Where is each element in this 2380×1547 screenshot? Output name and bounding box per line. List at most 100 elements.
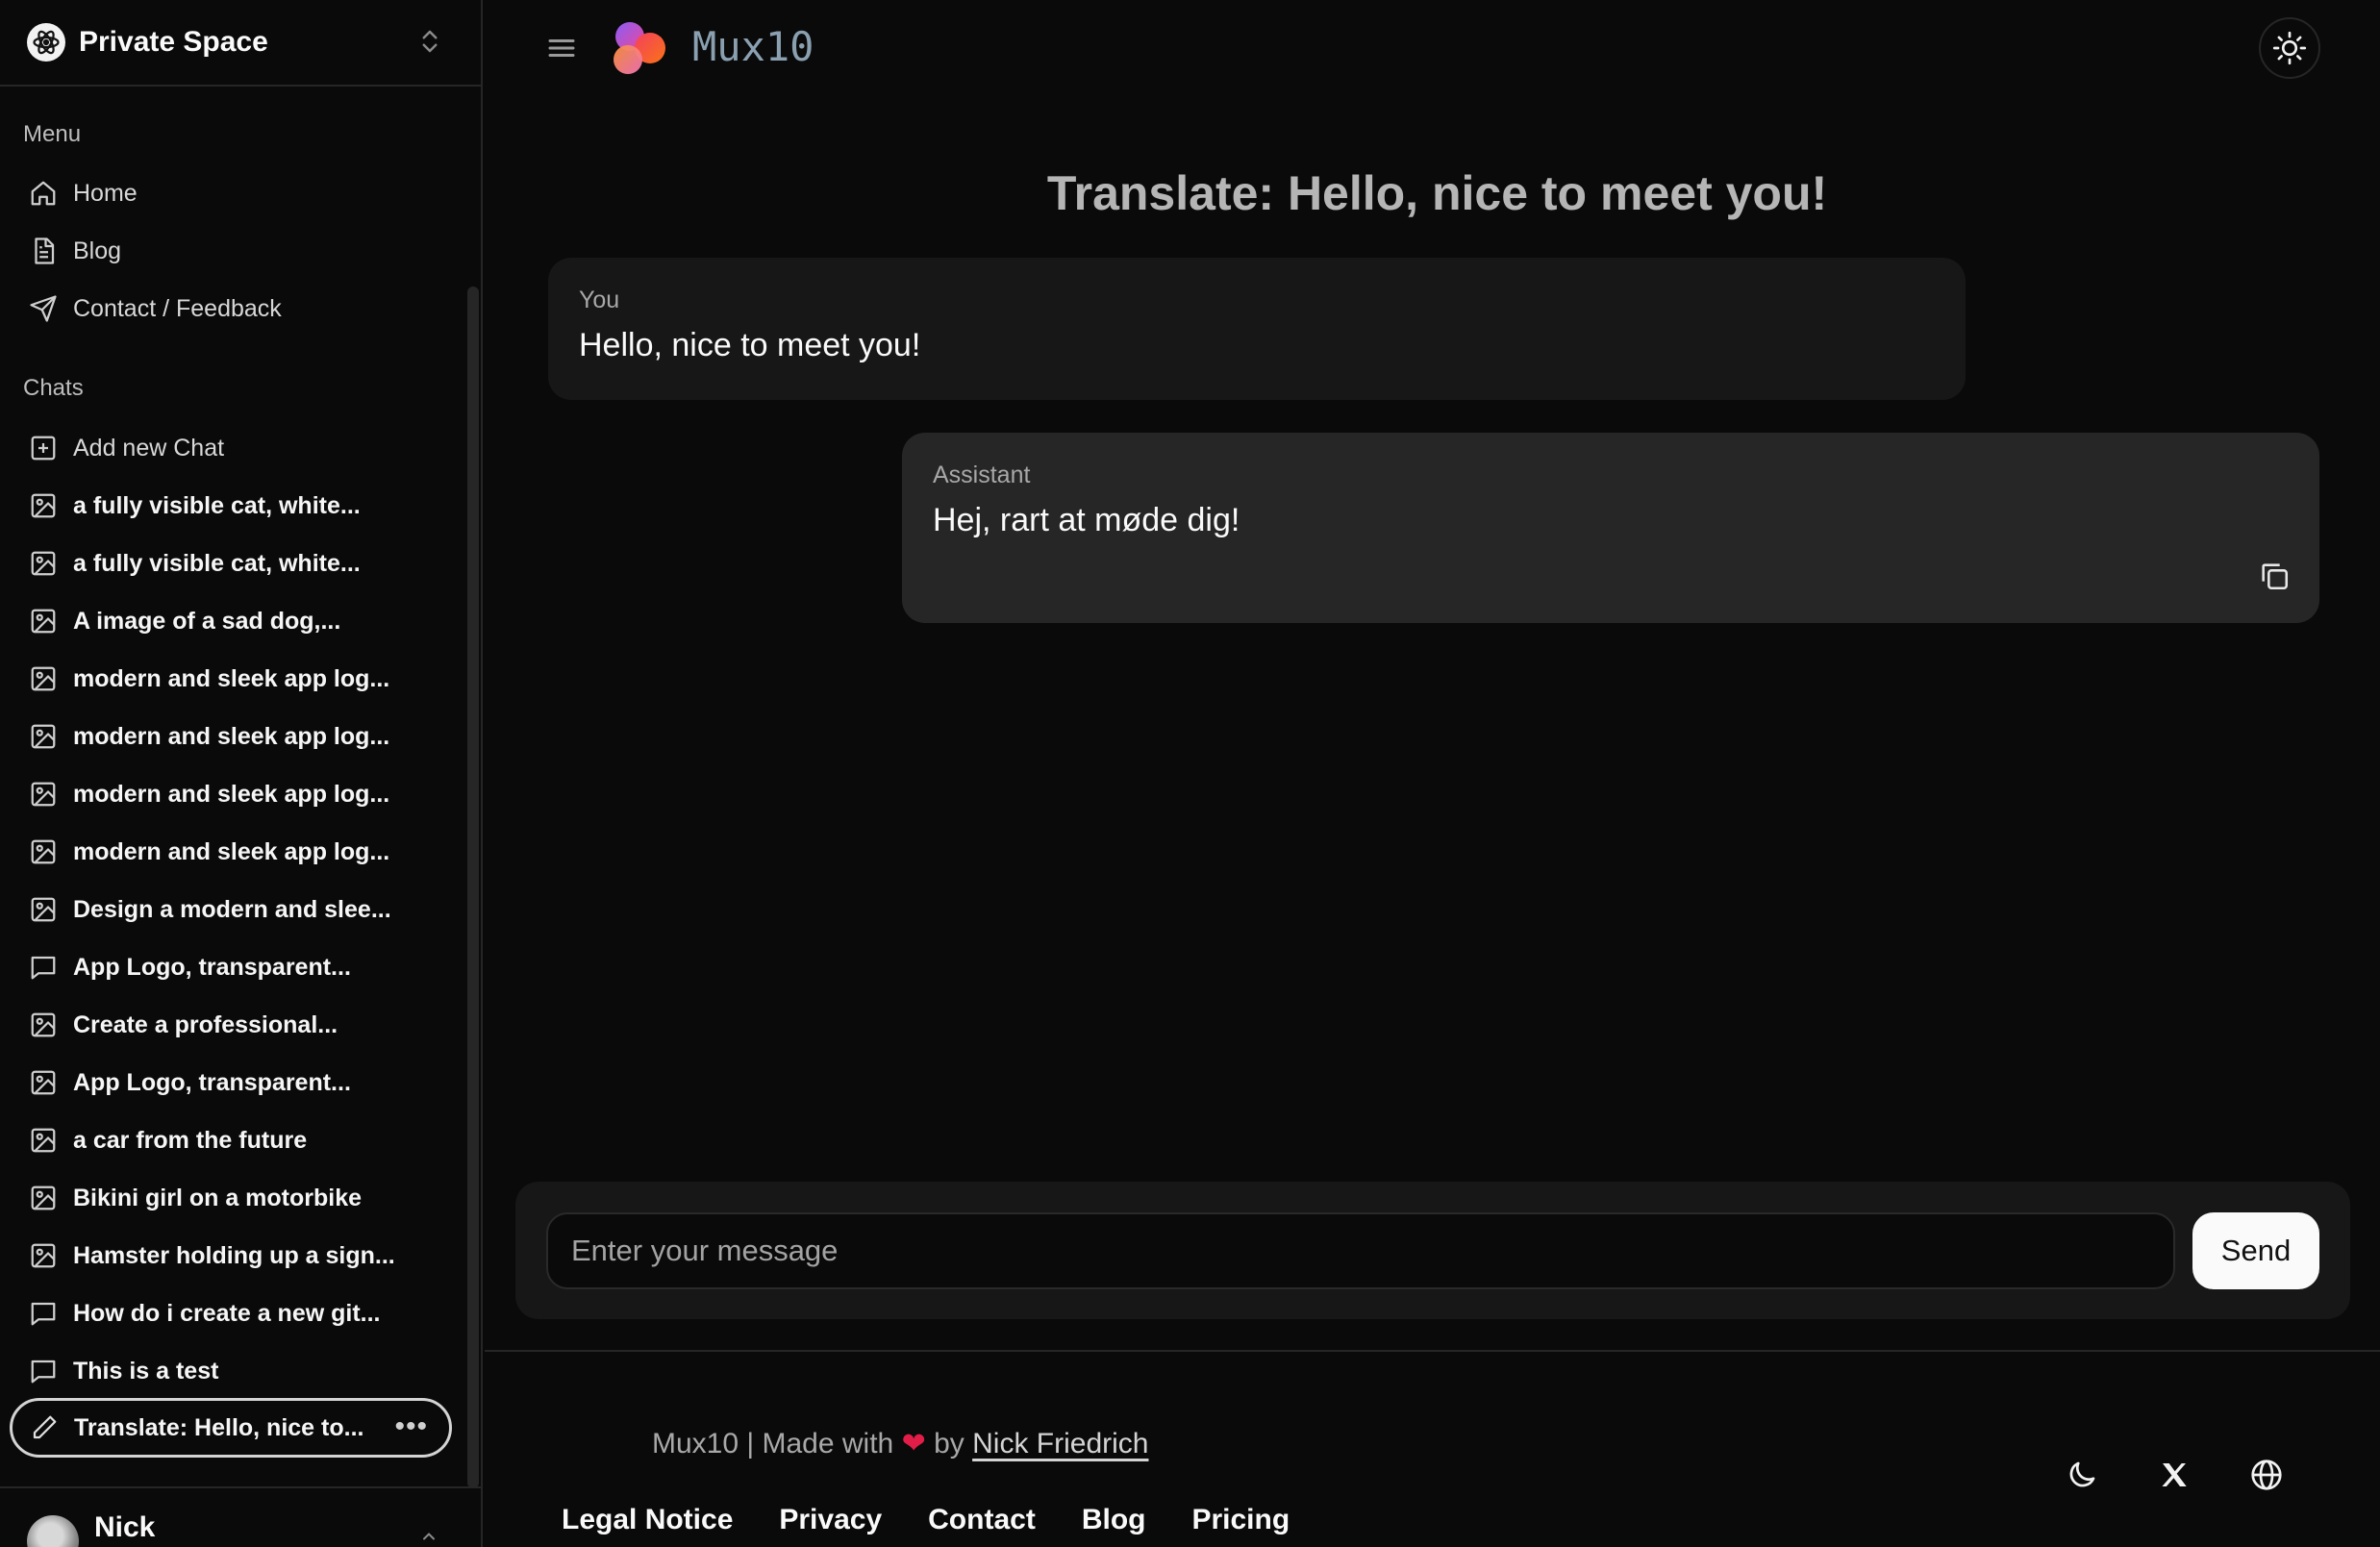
footer-link-privacy[interactable]: Privacy	[779, 1504, 882, 1536]
chat-item-label: A image of a sad dog,...	[73, 607, 341, 635]
main-panel: Mux10 Translate: Hello, nice to meet you…	[485, 0, 2380, 1547]
chat-item[interactable]: Bikini girl on a motorbike	[13, 1173, 465, 1223]
chat-item[interactable]: A image of a sad dog,...	[13, 596, 465, 646]
chat-item-label: modern and sleek app log...	[73, 664, 390, 692]
chat-item[interactable]: modern and sleek app log...	[13, 827, 465, 877]
chat-item-label: Bikini girl on a motorbike	[73, 1184, 363, 1211]
theme-toggle-button[interactable]	[2259, 17, 2320, 79]
chat-item-label: a fully visible cat, white...	[73, 549, 361, 577]
chats-section-label: Chats	[23, 375, 84, 401]
add-chat-label: Add new Chat	[73, 434, 225, 462]
send-icon	[27, 292, 60, 325]
chat-item[interactable]: How do i create a new git...	[13, 1288, 465, 1338]
chat-item-label: Translate: Hello, nice to...	[74, 1413, 364, 1441]
image-icon	[27, 547, 60, 580]
chat-item[interactable]: App Logo, transparent...	[13, 1058, 465, 1108]
image-icon	[27, 1009, 60, 1041]
chat-item[interactable]: Create a professional...	[13, 1000, 465, 1050]
heart-icon: ❤	[901, 1428, 926, 1460]
nav-blog-label: Blog	[73, 237, 122, 264]
chevron-up-icon	[417, 1527, 440, 1547]
nav-contact-label: Contact / Feedback	[73, 294, 282, 322]
chat-item-label: modern and sleek app log...	[73, 780, 390, 808]
sidebar-scrollbar[interactable]	[467, 287, 479, 1488]
nav-contact[interactable]: Contact / Feedback	[13, 284, 465, 334]
chat-item-label: modern and sleek app log...	[73, 722, 390, 750]
document-icon	[27, 235, 60, 267]
footer-link-blog[interactable]: Blog	[1082, 1504, 1146, 1536]
message-icon	[27, 1355, 60, 1387]
chat-item-label: This is a test	[73, 1357, 219, 1385]
message-role: Assistant	[933, 462, 1031, 488]
chat-item[interactable]: Design a modern and slee...	[13, 885, 465, 935]
space-switcher[interactable]: Private Space	[0, 0, 483, 87]
brand-name[interactable]: Mux10	[692, 23, 814, 70]
nav-home-label: Home	[73, 179, 138, 207]
image-icon	[27, 893, 60, 926]
nav-blog[interactable]: Blog	[13, 226, 465, 276]
user-message: You Hello, nice to meet you!	[548, 258, 1966, 400]
user-menu[interactable]: Nick	[0, 1486, 483, 1547]
chat-item-active[interactable]: Translate: Hello, nice to... •••	[10, 1398, 452, 1458]
copy-icon[interactable]	[2258, 560, 2291, 597]
footer-link-contact[interactable]: Contact	[928, 1504, 1036, 1536]
chat-item-label: App Logo, transparent...	[73, 953, 351, 981]
image-icon	[27, 836, 60, 868]
chat-item[interactable]: modern and sleek app log...	[13, 654, 465, 704]
home-icon	[27, 177, 60, 210]
chat-item[interactable]: App Logo, transparent...	[13, 942, 465, 992]
atom-icon	[27, 23, 65, 62]
chat-item[interactable]: a fully visible cat, white...	[13, 481, 465, 531]
chat-item-label: Hamster holding up a sign...	[73, 1241, 395, 1269]
more-options-button[interactable]: •••	[394, 1410, 428, 1443]
image-icon	[27, 662, 60, 695]
nav-home[interactable]: Home	[13, 168, 465, 218]
message-icon	[27, 951, 60, 984]
chevrons-up-down-icon	[415, 25, 444, 62]
chat-item[interactable]: modern and sleek app log...	[13, 711, 465, 761]
chat-item-label: Create a professional...	[73, 1011, 338, 1038]
sidebar: Private Space Menu Home Blog Contact / F…	[0, 0, 483, 1547]
footer-links: Legal Notice Privacy Contact Blog Pricin…	[562, 1504, 1290, 1536]
send-button[interactable]: Send	[2192, 1212, 2319, 1289]
add-chat-button[interactable]: Add new Chat	[13, 423, 465, 473]
chat-title: Translate: Hello, nice to meet you!	[1046, 166, 1828, 220]
chat-item-label: Design a modern and slee...	[73, 895, 391, 923]
image-icon	[27, 1239, 60, 1272]
chat-item-label: modern and sleek app log...	[73, 837, 390, 865]
moon-icon[interactable]	[2063, 1456, 2101, 1494]
chat-item-label: a fully visible cat, white...	[73, 491, 361, 519]
globe-icon[interactable]	[2247, 1456, 2286, 1494]
image-icon	[27, 1124, 60, 1157]
chat-item[interactable]: This is a test	[13, 1346, 465, 1396]
assistant-message: Assistant Hej, rart at møde dig!	[902, 433, 2319, 623]
footer-icons	[2063, 1456, 2286, 1494]
image-icon	[27, 489, 60, 522]
chat-item-label: a car from the future	[73, 1126, 308, 1154]
chat-item-label: How do i create a new git...	[73, 1299, 381, 1327]
footer-link-pricing[interactable]: Pricing	[1191, 1504, 1290, 1536]
user-name: Nick	[94, 1511, 156, 1543]
plus-square-icon	[27, 432, 60, 464]
by-text: by	[934, 1428, 965, 1460]
image-icon	[27, 720, 60, 753]
chat-item[interactable]: modern and sleek app log...	[13, 769, 465, 819]
menu-toggle-button[interactable]	[544, 31, 579, 65]
message-input[interactable]	[546, 1212, 2175, 1289]
chat-item[interactable]: a fully visible cat, white...	[13, 538, 465, 588]
author-link[interactable]: Nick Friedrich	[972, 1428, 1148, 1460]
footer: Mux10 | Made with ❤ by Nick Friedrich Le…	[485, 1350, 2380, 1547]
x-logo-icon[interactable]	[2155, 1456, 2193, 1494]
chat-item[interactable]: a car from the future	[13, 1115, 465, 1165]
image-icon	[27, 1182, 60, 1214]
image-icon	[27, 605, 60, 637]
message-text: Hej, rart at møde dig!	[933, 502, 1240, 538]
menu-section-label: Menu	[23, 121, 82, 147]
pencil-icon	[28, 1411, 61, 1444]
message-composer: Send	[515, 1182, 2350, 1319]
footer-link-legal[interactable]: Legal Notice	[562, 1504, 733, 1536]
made-with-text: Mux10 | Made with ❤ by Nick Friedrich	[652, 1427, 1148, 1460]
chat-item[interactable]: Hamster holding up a sign...	[13, 1231, 465, 1281]
message-text: Hello, nice to meet you!	[579, 327, 921, 363]
image-icon	[27, 778, 60, 811]
